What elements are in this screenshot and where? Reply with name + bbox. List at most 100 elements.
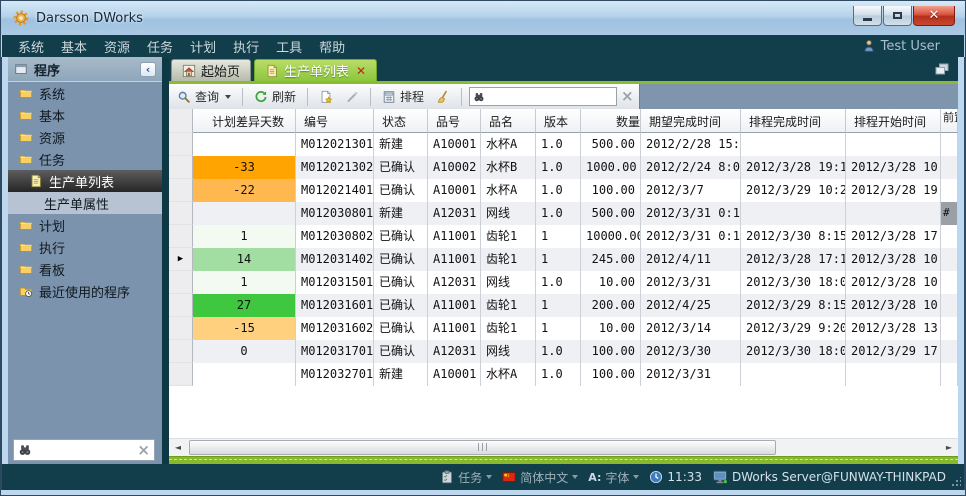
cell-qty[interactable]: 200.00 [581,294,641,317]
row-selector[interactable] [169,202,193,225]
cell-sched_start[interactable] [846,133,941,156]
cell-sched_start[interactable]: 2012/3/28 10:52 [846,294,941,317]
cell-version[interactable]: 1.0 [536,202,581,225]
cell-version[interactable]: 1.0 [536,363,581,386]
cell-no[interactable]: M012030802 [296,225,374,248]
column-header-1[interactable]: 编号 [296,109,374,133]
cell-version[interactable]: 1 [536,317,581,340]
cell-extra[interactable] [941,317,958,340]
schedule-button[interactable]: 排程 [378,86,428,107]
sidebar-item-2[interactable]: 资源 [8,126,162,148]
table-row-9[interactable]: 0M012031701已确认A12031网线1.0100.002012/3/30… [169,340,958,363]
clean-button[interactable] [432,88,454,106]
cell-qty[interactable]: 245.00 [581,248,641,271]
cell-expect[interactable]: 2012/3/14 [641,317,741,340]
table-row-2[interactable]: -22M012021401已确认A10001水杯A1.0100.002012/3… [169,179,958,202]
cell-status[interactable]: 已确认 [374,156,428,179]
cell-sched_start[interactable]: 2012/3/29 17:46 [846,340,941,363]
table-row-10[interactable]: M012032701新建A10001水杯A1.0100.002012/3/31 [169,363,958,386]
cell-sched_end[interactable]: 2012/3/30 18:00 [741,271,846,294]
cell-sched_start[interactable]: 2012/3/28 10:52 [846,248,941,271]
cell-diff[interactable]: -33 [193,156,296,179]
table-row-0[interactable]: M012021301新建A10001水杯A1.0500.002012/2/28 … [169,133,958,156]
cell-expect[interactable]: 2012/2/28 15:00 [641,133,741,156]
tab-close-icon[interactable]: ✕ [356,64,366,78]
cell-item_name[interactable]: 齿轮1 [481,248,536,271]
horizontal-scrollbar[interactable]: ◄ ► [169,438,958,456]
cell-diff[interactable]: 1 [193,271,296,294]
cell-status[interactable]: 新建 [374,133,428,156]
cell-version[interactable]: 1.0 [536,133,581,156]
cell-qty[interactable]: 10000.00 [581,225,641,248]
menu-item-1[interactable]: 基本 [61,37,87,56]
column-header-0[interactable]: 计划差异天数 [193,109,296,133]
edit-button-disabled[interactable] [341,88,363,106]
scroll-right-button[interactable]: ► [940,439,958,457]
cell-qty[interactable]: 1000.00 [581,156,641,179]
cell-version[interactable]: 1.0 [536,156,581,179]
cell-sched_end[interactable]: 2012/3/29 8:15 [741,294,846,317]
cell-item_no[interactable]: A11001 [428,248,481,271]
cell-status[interactable]: 新建 [374,202,428,225]
menu-item-7[interactable]: 帮助 [319,37,345,56]
cell-expect[interactable]: 2012/2/24 8:00 [641,156,741,179]
column-header-3[interactable]: 品号 [428,109,481,133]
cell-status[interactable]: 已确认 [374,225,428,248]
cell-item_name[interactable]: 齿轮1 [481,225,536,248]
cell-no[interactable]: M012031601 [296,294,374,317]
menu-item-3[interactable]: 任务 [147,37,173,56]
cell-sched_end[interactable]: 2012/3/28 17:13 [741,248,846,271]
cell-sched_start[interactable]: 2012/3/28 10:52 [846,271,941,294]
cell-diff[interactable]: -15 [193,317,296,340]
cell-extra[interactable] [941,225,958,248]
cell-sched_end[interactable] [741,202,846,225]
cell-qty[interactable]: 10.00 [581,271,641,294]
cell-item_no[interactable]: A12031 [428,271,481,294]
row-selector[interactable] [169,317,193,340]
cell-expect[interactable]: 2012/3/30 [641,340,741,363]
cell-item_name[interactable]: 水杯A [481,179,536,202]
table-row-6[interactable]: 1M012031501已确认A12031网线1.010.002012/3/312… [169,271,958,294]
cell-item_no[interactable]: A11001 [428,225,481,248]
cell-extra[interactable] [941,294,958,317]
toolbar-search-input[interactable] [488,89,613,105]
table-row-4[interactable]: 1M012030802已确认A11001齿轮1110000.002012/3/3… [169,225,958,248]
cell-item_name[interactable]: 网线 [481,202,536,225]
cell-item_no[interactable]: A10001 [428,133,481,156]
cell-qty[interactable]: 10.00 [581,317,641,340]
row-selector[interactable] [169,156,193,179]
cell-extra[interactable] [941,363,958,386]
cell-no[interactable]: M012021302 [296,156,374,179]
cell-item_name[interactable]: 齿轮1 [481,317,536,340]
cell-sched_start[interactable] [846,363,941,386]
row-selector[interactable] [169,133,193,156]
cell-diff[interactable]: 14 [193,248,296,271]
scrollbar-thumb[interactable] [189,440,776,455]
row-selector[interactable] [169,225,193,248]
cell-extra[interactable] [941,340,958,363]
row-selector[interactable]: ▶ [169,248,193,271]
window-list-button[interactable] [934,61,950,81]
sidebar-item-6[interactable]: 计划 [8,214,162,236]
language-menu[interactable]: 简体中文 [502,469,578,486]
sidebar-item-3[interactable]: 任务 [8,148,162,170]
row-selector[interactable] [169,271,193,294]
cell-item_no[interactable]: A11001 [428,317,481,340]
cell-item_no[interactable]: A10002 [428,156,481,179]
column-header-6[interactable]: 数量 [581,109,641,133]
sidebar-search-clear-icon[interactable]: × [137,443,150,458]
sidebar-collapse-button[interactable]: ‹ [140,62,156,77]
cell-no[interactable]: M012021401 [296,179,374,202]
cell-qty[interactable]: 500.00 [581,133,641,156]
cell-extra[interactable] [941,133,958,156]
cell-expect[interactable]: 2012/4/25 [641,294,741,317]
menu-item-4[interactable]: 计划 [190,37,216,56]
table-row-5[interactable]: ▶14M012031402已确认A11001齿轮11245.002012/4/1… [169,248,958,271]
cell-item_no[interactable]: A12031 [428,340,481,363]
cell-qty[interactable]: 500.00 [581,202,641,225]
cell-expect[interactable]: 2012/3/31 0:17 [641,225,741,248]
sidebar-search-input[interactable] [36,442,133,458]
cell-extra[interactable] [941,271,958,294]
sidebar-item-7[interactable]: 执行 [8,236,162,258]
cell-version[interactable]: 1 [536,294,581,317]
